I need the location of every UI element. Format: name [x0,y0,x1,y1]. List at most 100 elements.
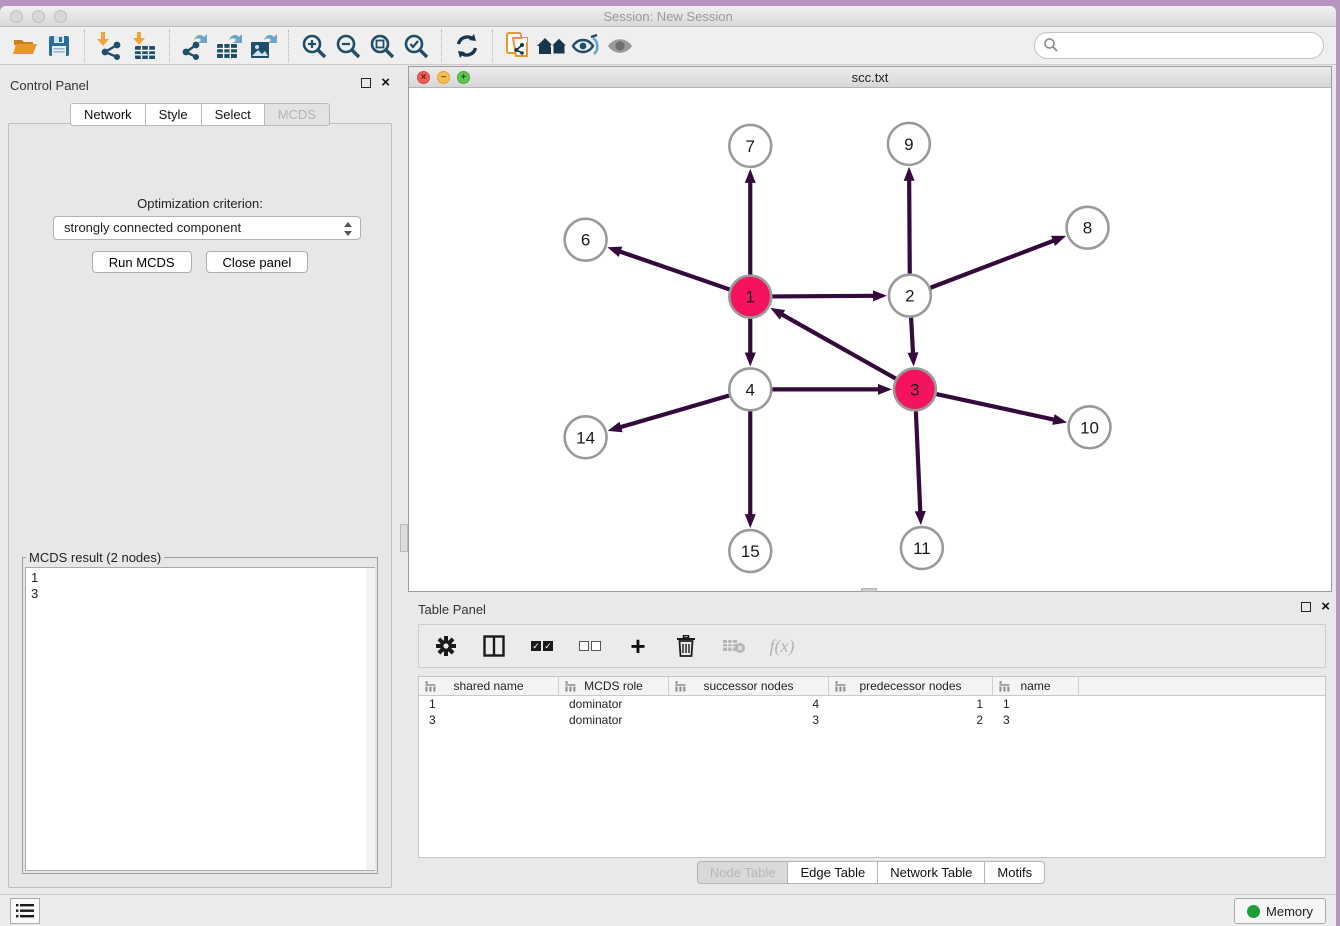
graph-edge-2-9[interactable] [909,179,910,274]
dropdown-stepper-icon [342,220,354,238]
network-graph: 7968124314101511 [409,88,1331,591]
column-header-label: shared name [453,679,523,693]
table-cell[interactable]: 3 [419,712,559,728]
show-all-eye-icon[interactable] [603,30,637,62]
tab-select[interactable]: Select [201,103,264,126]
mcds-result-list[interactable]: 13 [25,567,375,871]
graph-node-label: 14 [576,428,595,447]
toolbar-separator [84,30,85,62]
table-row[interactable]: 1dominator411 [419,696,1325,712]
close-panel-icon[interactable]: × [381,78,390,88]
table-cell[interactable]: 3 [993,712,1079,728]
export-network-icon[interactable] [178,30,212,62]
select-all-icon[interactable]: ✓✓ [529,633,555,659]
splitter-handle[interactable] [400,524,408,552]
table-cell[interactable]: dominator [559,696,669,712]
graph-node-label: 11 [913,539,931,558]
graph-edge-1-6[interactable] [619,251,730,289]
graph-edge-arrowhead [745,352,756,366]
float-table-panel-icon[interactable] [1301,602,1311,612]
table-cell[interactable]: 4 [669,696,829,712]
network-title: scc.txt [409,70,1331,85]
graph-edge-arrowhead [607,247,622,257]
settings-gear-icon[interactable] [433,633,459,659]
add-column-icon[interactable]: + [625,633,651,659]
tab-motifs[interactable]: Motifs [984,861,1045,884]
delete-column-trash-icon[interactable] [673,633,699,659]
import-table-icon[interactable] [127,30,161,62]
save-icon[interactable] [42,30,76,62]
float-panel-icon[interactable] [361,78,371,88]
zoom-selected-icon[interactable] [399,30,433,62]
control-panel: Control Panel × NetworkStyleSelectMCDS O… [0,72,400,892]
task-history-button[interactable] [10,898,40,924]
table-header-row: shared name MCDS role successor nodes prede… [419,677,1325,696]
graph-edge-3-11[interactable] [916,411,920,513]
memory-button[interactable]: Memory [1234,898,1326,924]
vertical-splitter[interactable] [400,72,408,892]
graph-node-label: 2 [905,287,914,306]
graph-edge-1-2[interactable] [772,296,875,297]
table-tabs: Node TableEdge TableNetwork TableMotifs [408,861,1334,884]
network-hscroll-handle[interactable] [861,588,877,592]
column-header-name[interactable]: name [993,677,1079,695]
table-cell[interactable]: 1 [829,696,993,712]
column-header-label: successor nodes [703,679,793,693]
open-folder-icon[interactable] [8,30,42,62]
graph-edge-3-1[interactable] [781,314,896,379]
tab-edge-table[interactable]: Edge Table [787,861,877,884]
mcds-result-title: MCDS result (2 nodes) [26,550,164,565]
import-network-icon[interactable] [93,30,127,62]
tab-mcds[interactable]: MCDS [264,103,330,126]
graph-node-label: 9 [904,135,913,154]
table-row[interactable]: 3dominator323 [419,712,1325,728]
graph-edge-3-10[interactable] [936,394,1055,420]
column-header-successor-nodes[interactable]: successor nodes [669,677,829,695]
control-panel-tabs: NetworkStyleSelectMCDS [0,103,400,126]
optimization-criterion-select[interactable]: strongly connected component [53,216,361,240]
zoom-out-icon[interactable] [331,30,365,62]
selected-criterion: strongly connected component [64,220,241,235]
zoom-fit-icon[interactable] [365,30,399,62]
result-scrollbar[interactable] [366,568,375,870]
function-builder-icon-disabled: f(x) [769,633,795,659]
clone-network-icon[interactable] [501,30,535,62]
table-cell[interactable]: 1 [419,696,559,712]
main-toolbar [0,27,1336,65]
graph-edge-arrowhead [904,167,915,181]
close-panel-button[interactable]: Close panel [206,251,309,273]
hide-selected-eye-icon[interactable] [569,30,603,62]
column-header-predecessor-nodes[interactable]: predecessor nodes [829,677,993,695]
column-header-shared-name[interactable]: shared name [419,677,559,695]
application-window: Session: New Session [0,6,1336,926]
table-cell[interactable]: dominator [559,712,669,728]
search-input[interactable] [1034,32,1324,59]
tab-style[interactable]: Style [145,103,201,126]
graph-edge-2-3[interactable] [911,318,913,355]
tab-node-table[interactable]: Node Table [697,861,788,884]
deselect-all-icon[interactable]: ✓✓ [577,633,603,659]
graph-edge-arrowhead [608,422,623,433]
column-header-label: name [1020,679,1050,693]
table-cell[interactable]: 1 [993,696,1079,712]
table-cell[interactable]: 2 [829,712,993,728]
graph-edge-2-8[interactable] [930,240,1054,288]
column-layout-icon[interactable] [481,633,507,659]
column-header-mcds-role[interactable]: MCDS role [559,677,669,695]
export-table-icon[interactable] [212,30,246,62]
home-layout-icon[interactable] [535,30,569,62]
refresh-icon[interactable] [450,30,484,62]
graph-node-label: 3 [910,380,919,399]
run-mcds-button[interactable]: Run MCDS [92,251,192,273]
zoom-in-icon[interactable] [297,30,331,62]
tab-network-table[interactable]: Network Table [877,861,984,884]
graph-edge-4-14[interactable] [619,396,729,428]
tab-network[interactable]: Network [70,103,145,126]
export-image-icon[interactable] [246,30,280,62]
memory-status-icon [1247,905,1260,918]
graph-node-label: 8 [1083,219,1092,238]
close-table-panel-icon[interactable]: × [1321,602,1330,612]
control-panel-title: Control Panel [10,78,89,93]
network-canvas[interactable]: 7968124314101511 [409,88,1331,591]
table-cell[interactable]: 3 [669,712,829,728]
